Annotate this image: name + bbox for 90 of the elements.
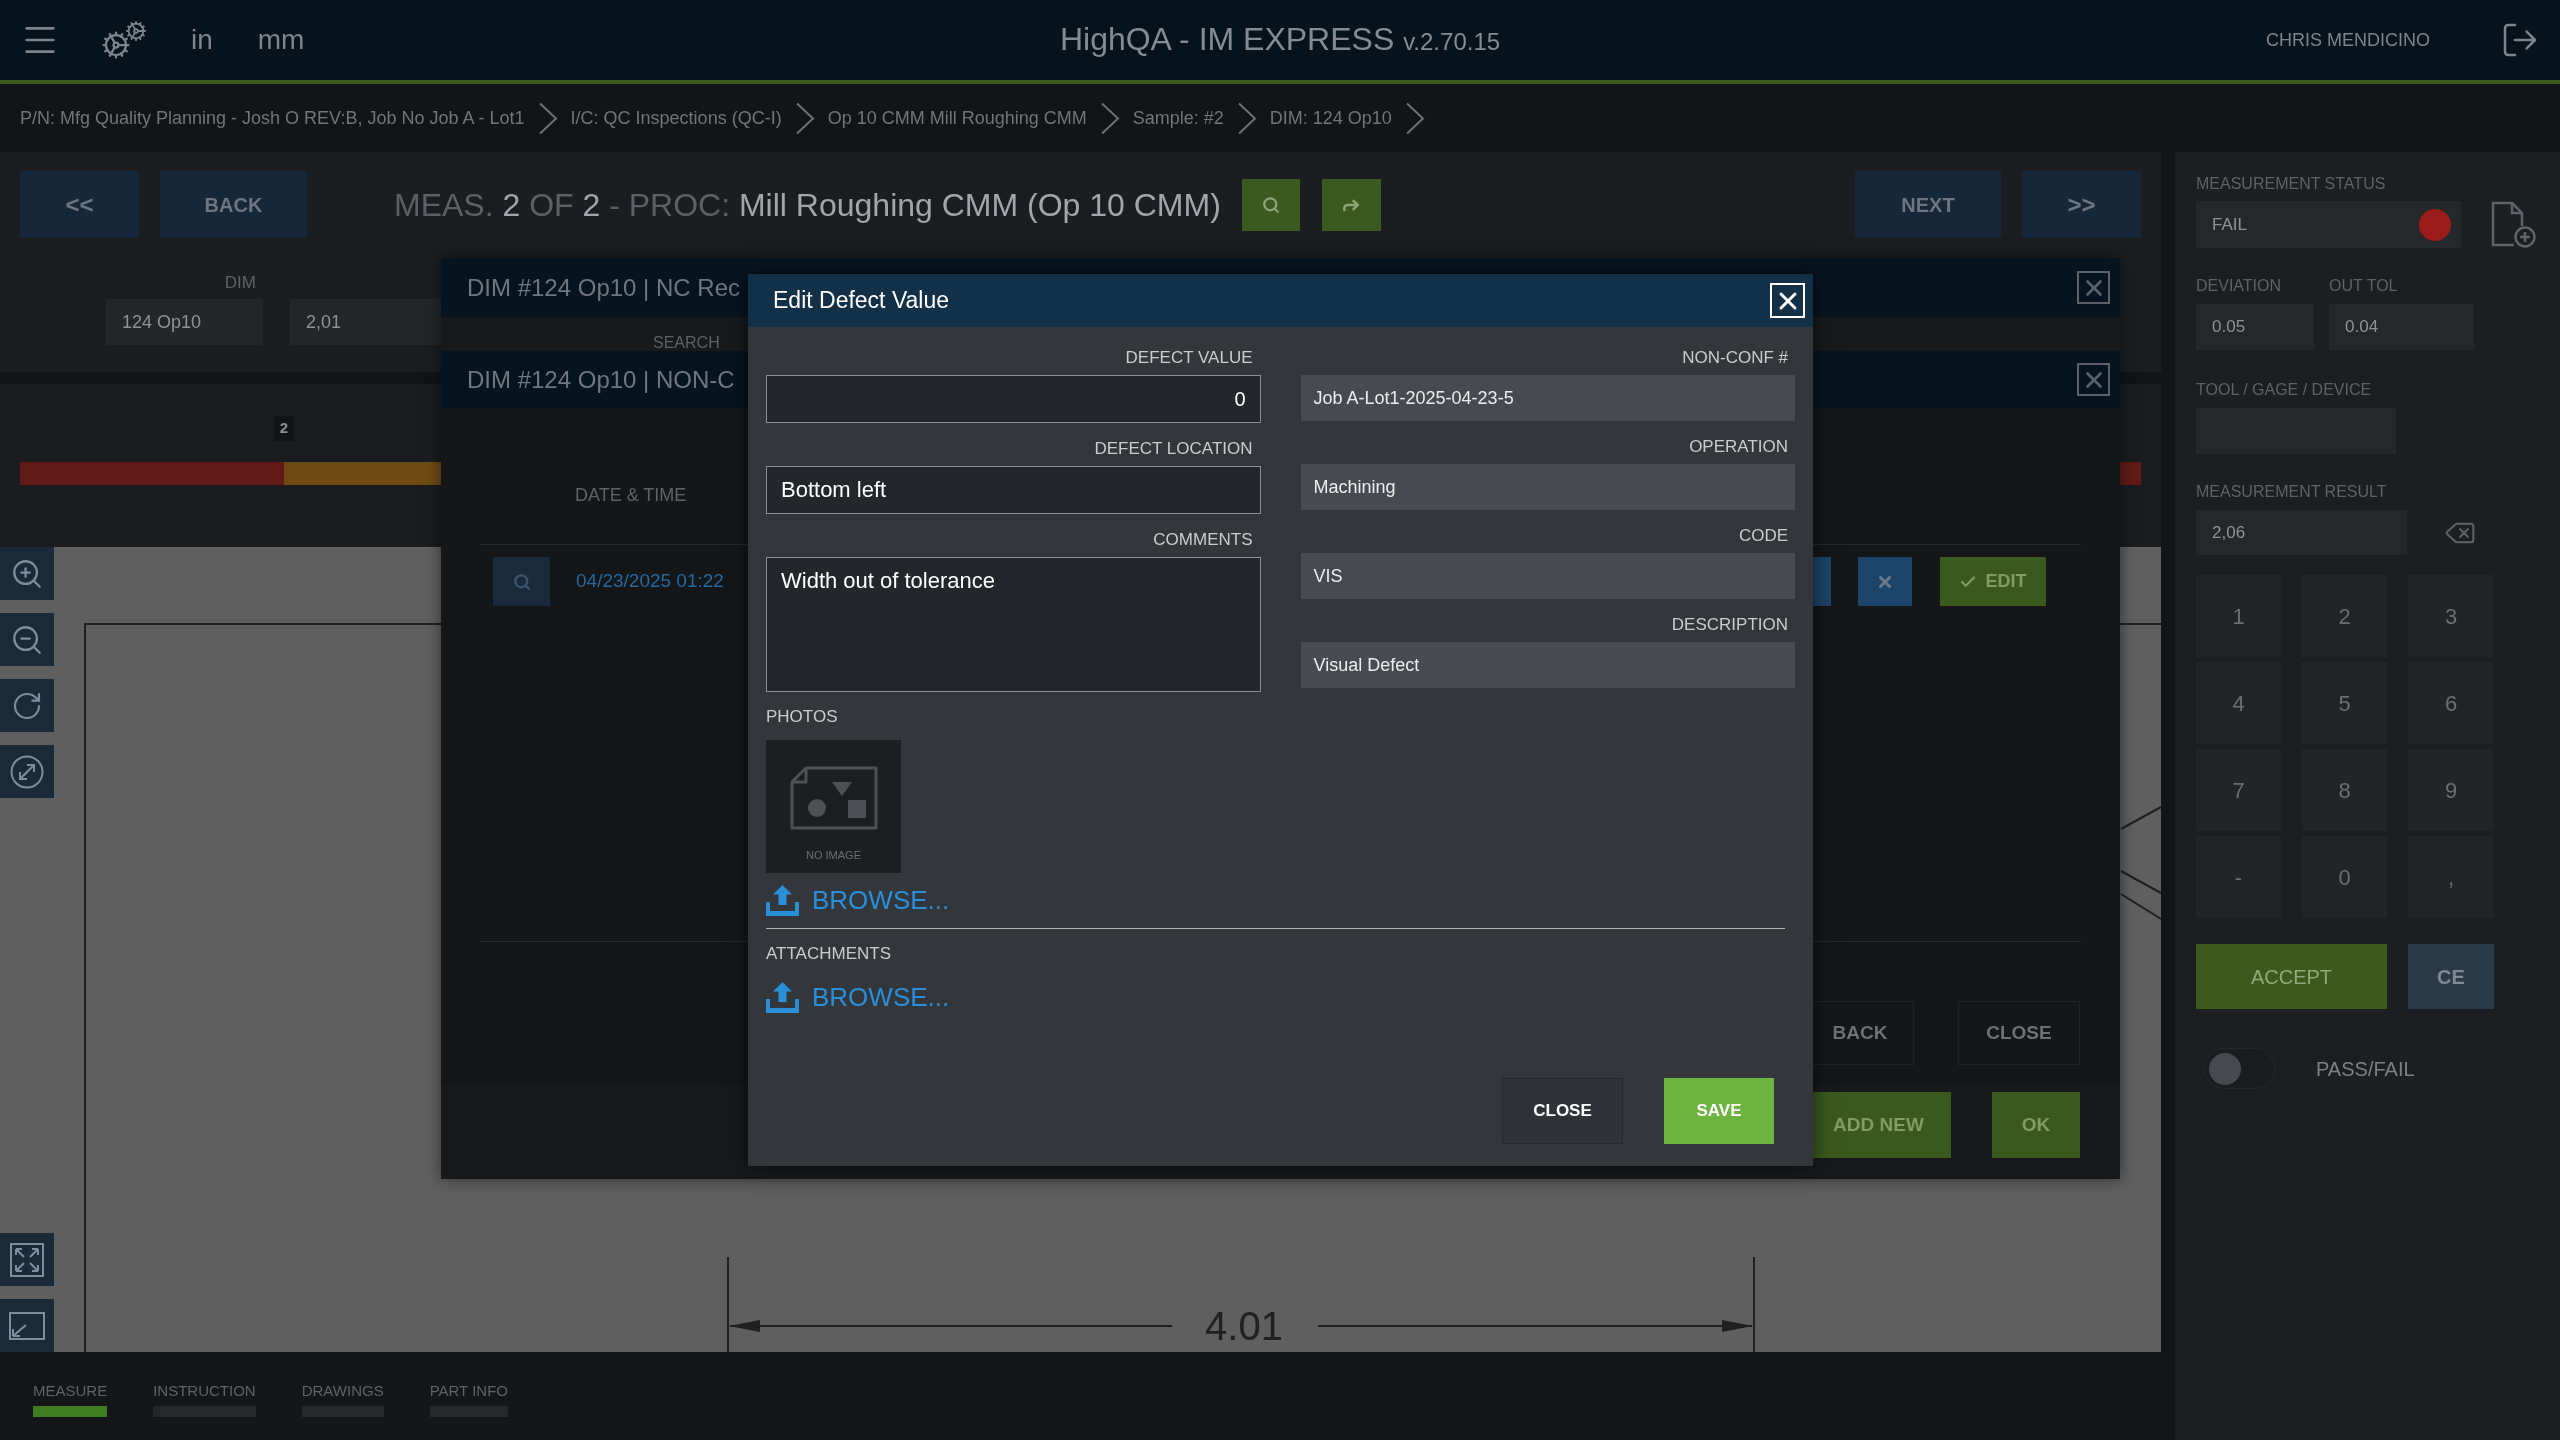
- edit-button[interactable]: EDIT: [1940, 557, 2046, 606]
- bottom-tab[interactable]: PART INFO: [429, 1382, 508, 1417]
- readonly-field: Visual Defect: [1300, 642, 1795, 688]
- status-label: MEASUREMENT STATUS: [2196, 175, 2387, 193]
- no-image-label: NO IMAGE: [806, 848, 861, 862]
- tolerance-marker: 2: [274, 416, 294, 441]
- field-label: DEFECT LOCATION: [1094, 438, 1254, 460]
- deviation-label: DEVIATION: [2196, 277, 2283, 295]
- number-input[interactable]: 0: [766, 375, 1261, 423]
- field-label: COMMENTS: [1153, 529, 1254, 551]
- bottom-tab[interactable]: DRAWINGS: [301, 1382, 384, 1417]
- share-button[interactable]: [1321, 178, 1381, 231]
- save-button[interactable]: SAVE: [1664, 1078, 1774, 1144]
- dim-value-field: 2,01: [290, 299, 441, 345]
- chevron-right-icon: [1236, 101, 1257, 135]
- column-header: DATE & TIME: [575, 485, 687, 505]
- breadcrumb-link[interactable]: I/C: QC Inspections (QC-I): [570, 104, 782, 132]
- remove-button[interactable]: [1858, 557, 1912, 606]
- add-document-icon[interactable]: [2490, 201, 2536, 248]
- user-name: CHRIS MENDICINO: [2266, 28, 2430, 52]
- chevron-right-icon: [1099, 101, 1120, 135]
- dialog-title: Edit Defect Value: [773, 286, 949, 316]
- text-input[interactable]: Bottom left: [766, 466, 1261, 514]
- result-label: MEASUREMENT RESULT: [2196, 483, 2388, 501]
- bottom-tab[interactable]: INSTRUCTION: [153, 1382, 256, 1417]
- unit-button[interactable]: in: [191, 23, 213, 57]
- field-label: OPERATION: [1689, 436, 1789, 458]
- upload-icon: [766, 884, 799, 916]
- comments-textarea[interactable]: Width out of tolerance: [766, 557, 1261, 692]
- resize-frame-icon: [9, 1311, 45, 1340]
- dialog-title: DIM #124 Op10 | NC Rec: [467, 272, 740, 303]
- drawing-tool-button[interactable]: [0, 547, 54, 600]
- chevron-right-icon: [537, 101, 558, 135]
- drawing-tool-button[interactable]: [0, 1233, 54, 1286]
- attachments-label: ATTACHMENTS: [766, 943, 891, 965]
- last-button[interactable]: >>: [2022, 171, 2141, 238]
- breadcrumb-link[interactable]: Sample: #2: [1132, 104, 1224, 132]
- measurement-heading: MEAS. 2 OF 2 - PROC: Mill Roughing CMM (Op 10 CMM): [394, 185, 1221, 225]
- dialog-button[interactable]: CLOSE: [1958, 1001, 2080, 1065]
- gears-icon[interactable]: [101, 20, 147, 60]
- browse-button[interactable]: BROWSE...: [766, 980, 950, 1014]
- result-field[interactable]: 2,06: [2196, 510, 2407, 555]
- field-label: DESCRIPTION: [1671, 614, 1789, 636]
- tolerance-band: [2119, 462, 2141, 485]
- first-button[interactable]: <<: [20, 171, 139, 238]
- readonly-field: Machining: [1300, 464, 1795, 510]
- search-icon: [512, 572, 531, 591]
- drawing-tool-button[interactable]: [0, 679, 54, 732]
- drawing-tool-button[interactable]: [0, 1299, 54, 1352]
- search-button[interactable]: [1241, 178, 1300, 231]
- field-label: NON-CONF #: [1682, 347, 1789, 369]
- unit-button[interactable]: mm: [257, 23, 305, 57]
- dim-label: DIM: [224, 273, 257, 293]
- breadcrumb-link[interactable]: Op 10 CMM Mill Roughing CMM: [827, 104, 1087, 132]
- status-value: FAIL: [2212, 213, 2247, 236]
- drawing-tool-button[interactable]: [0, 745, 54, 798]
- out-tol-field: 0.04: [2329, 304, 2474, 350]
- app-title: HighQA - IM EXPRESS v.2.70.15: [1059, 19, 1501, 59]
- breadcrumb-link[interactable]: P/N: Mfg Quality Planning - Josh O REV:B, Job No Job A - Lot1: [20, 104, 525, 132]
- dim-name-field: 124 Op10: [106, 299, 263, 345]
- search-label: SEARCH: [653, 334, 720, 352]
- pass-fail-switch[interactable]: [2204, 1048, 2275, 1089]
- dialog-title: DIM #124 Op10 | NON-C: [467, 364, 735, 395]
- breadcrumb-link[interactable]: DIM: 124 Op10: [1269, 104, 1392, 132]
- dialog-button[interactable]: OK: [1992, 1092, 2080, 1158]
- close-dialog-button[interactable]: CLOSE: [1502, 1078, 1623, 1144]
- deviation-field: 0.05: [2196, 304, 2314, 350]
- tool-label: TOOL / GAGE / DEVICE: [2196, 381, 2373, 399]
- bottom-tab[interactable]: MEASURE: [33, 1382, 108, 1417]
- field-label: DEFECT VALUE: [1125, 347, 1254, 369]
- dimension-value: 4.01: [1205, 1304, 1283, 1348]
- readonly-field: Job A-Lot1-2025-04-23-5: [1300, 375, 1795, 421]
- image-placeholder-icon: [789, 766, 878, 830]
- readonly-field: VIS: [1300, 553, 1795, 599]
- date-time-link[interactable]: 04/23/2025 01:22: [576, 567, 724, 596]
- search-icon: [1261, 195, 1280, 214]
- out-tol-label: OUT TOL: [2329, 277, 2399, 295]
- upload-icon: [766, 981, 799, 1013]
- clear-entry-button[interactable]: CE: [2408, 944, 2494, 1009]
- photos-label: PHOTOS: [766, 706, 838, 728]
- browse-button[interactable]: BROWSE...: [766, 883, 950, 917]
- pass-fail-label: PASS/FAIL: [2316, 1056, 2415, 1082]
- next-button[interactable]: NEXT: [1855, 171, 2001, 238]
- fullscreen-icon: [10, 1242, 44, 1277]
- drawing-tool-button[interactable]: [0, 613, 54, 666]
- chevron-right-icon: [794, 101, 815, 135]
- back-button[interactable]: BACK: [160, 171, 307, 238]
- chevron-right-icon: [1404, 101, 1425, 135]
- field-label: CODE: [1738, 525, 1789, 547]
- expand-circle-icon: [10, 754, 44, 789]
